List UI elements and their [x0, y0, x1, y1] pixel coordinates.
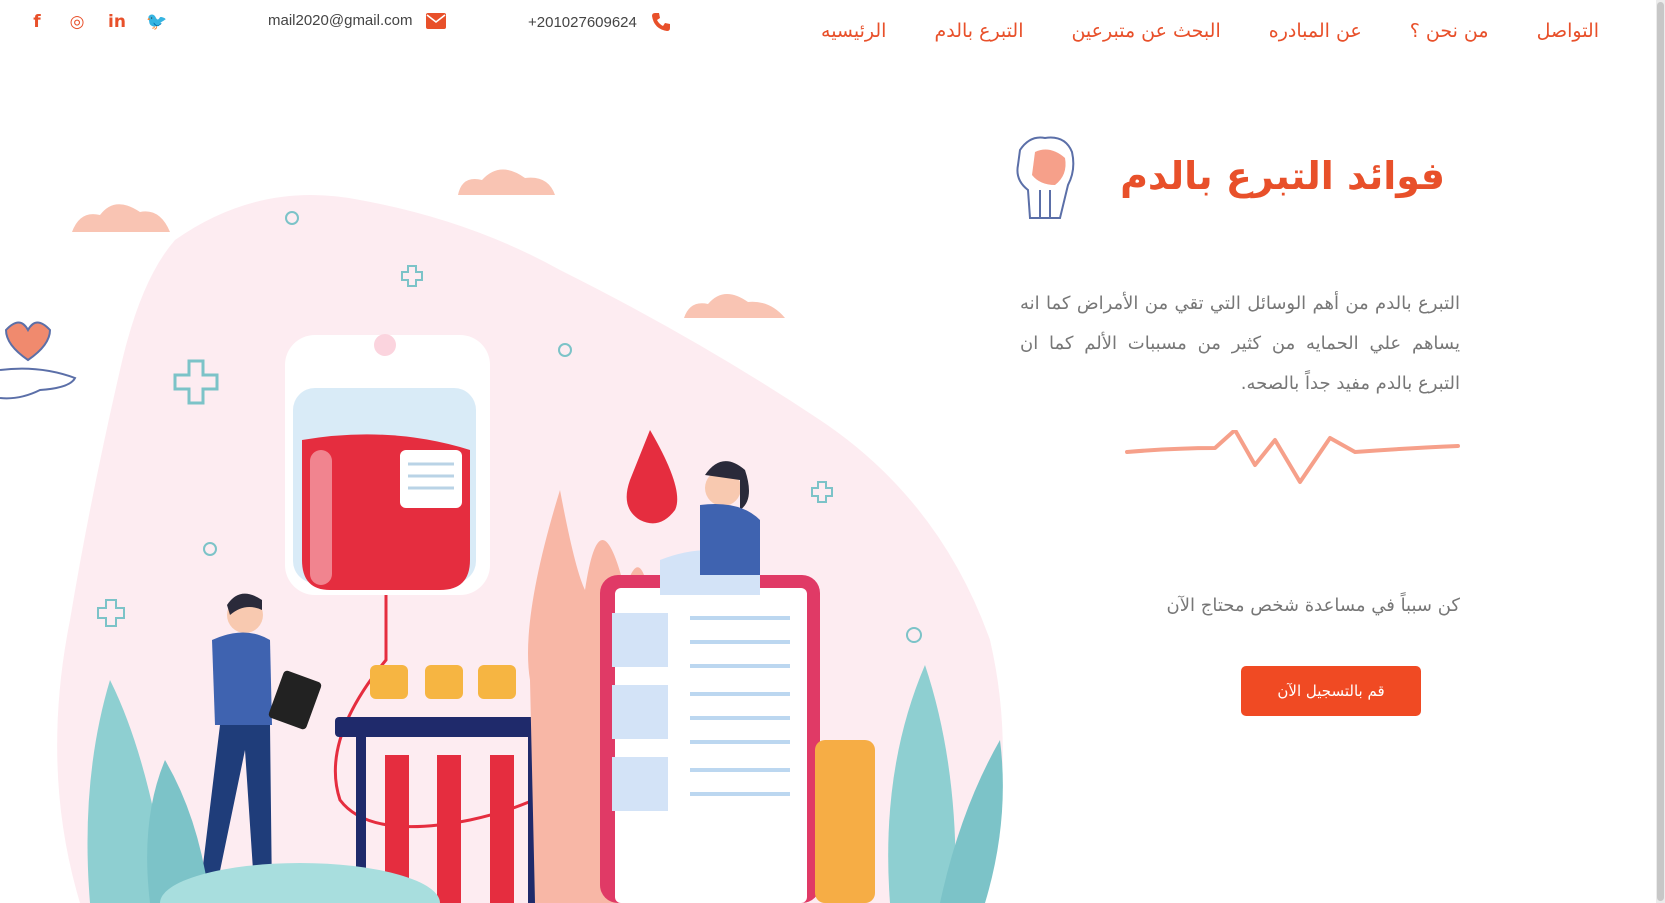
twitter-icon[interactable]: 🐦 — [146, 11, 168, 33]
email-contact[interactable]: mail2020@gmail.com — [268, 12, 447, 29]
social-links: f ◎ in 🐦 — [26, 11, 168, 33]
nav-search-donors[interactable]: البحث عن متبرعين — [1071, 20, 1220, 42]
register-now-button[interactable]: قم بالتسجيل الآن — [1241, 666, 1421, 716]
top-bar: f ◎ in 🐦 mail2020@gmail.com +20102760962… — [0, 0, 1665, 60]
page-scrollbar[interactable] — [1656, 0, 1665, 903]
hero-paragraph: التبرع بالدم من أهم الوسائل التي تقي من … — [1020, 293, 1460, 394]
phone-contact[interactable]: +201027609624 — [528, 12, 671, 32]
phone-icon — [651, 13, 670, 31]
main-nav: الرئيسيه التبرع بالدم البحث عن متبرعين ع… — [821, 20, 1599, 42]
hero-slogan: كن سبباً في مساعدة شخص محتاج الآن — [1166, 595, 1460, 616]
facebook-icon[interactable]: f — [26, 11, 48, 33]
nav-home[interactable]: الرئيسيه — [821, 20, 886, 42]
nav-about-initiative[interactable]: عن المبادره — [1269, 20, 1362, 42]
envelope-icon — [426, 12, 447, 29]
nav-donate[interactable]: التبرع بالدم — [934, 20, 1023, 42]
instagram-icon[interactable]: ◎ — [66, 11, 88, 33]
email-text[interactable]: mail2020@gmail.com — [268, 12, 412, 29]
nav-who-we-are[interactable]: من نحن ؟ — [1410, 20, 1489, 42]
raised-fist-icon — [1016, 136, 1075, 219]
blood-donation-illustration — [0, 169, 1003, 903]
scrollbar-thumb[interactable] — [1657, 2, 1664, 901]
phone-text[interactable]: +201027609624 — [528, 14, 637, 31]
heartbeat-line-icon — [1125, 430, 1460, 484]
nav-contact[interactable]: التواصل — [1537, 20, 1599, 42]
hero-title-group: فوائد التبرع بالدم — [1010, 130, 1445, 222]
page-title: فوائد التبرع بالدم — [1120, 154, 1445, 198]
linkedin-icon[interactable]: in — [106, 11, 128, 33]
